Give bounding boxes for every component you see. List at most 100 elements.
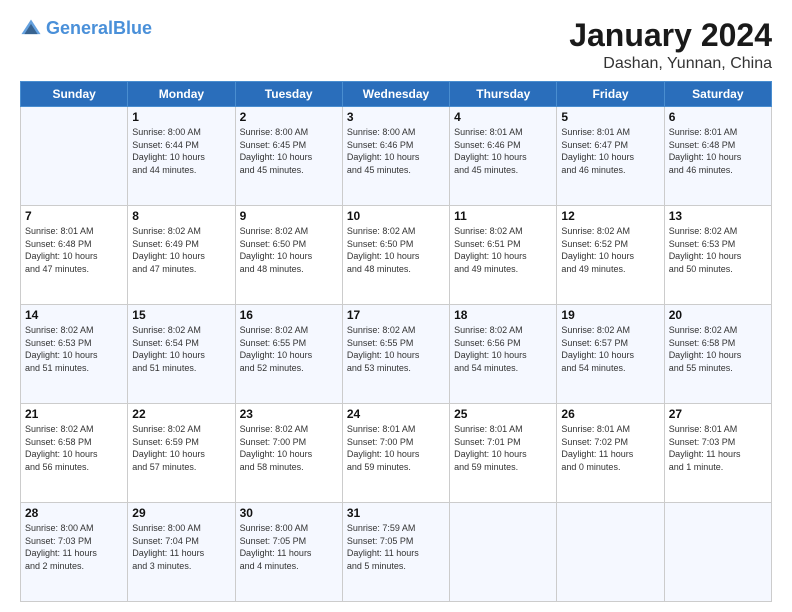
day-number: 2 (240, 110, 338, 124)
day-info: Sunrise: 8:02 AM Sunset: 6:53 PM Dayligh… (669, 225, 767, 275)
calendar-cell: 11 Sunrise: 8:02 AM Sunset: 6:51 PM Dayli… (450, 206, 557, 305)
day-number: 4 (454, 110, 552, 124)
calendar-header-row: SundayMondayTuesdayWednesdayThursdayFrid… (21, 82, 772, 107)
day-header-tuesday: Tuesday (235, 82, 342, 107)
day-info: Sunrise: 8:01 AM Sunset: 6:48 PM Dayligh… (25, 225, 123, 275)
calendar-cell: 1 Sunrise: 8:00 AM Sunset: 6:44 PM Daylig… (128, 107, 235, 206)
calendar-week-5: 28 Sunrise: 8:00 AM Sunset: 7:03 PM Dayli… (21, 503, 772, 602)
day-info: Sunrise: 7:59 AM Sunset: 7:05 PM Dayligh… (347, 522, 445, 572)
logo: GeneralBlue (20, 18, 152, 40)
day-info: Sunrise: 8:01 AM Sunset: 6:48 PM Dayligh… (669, 126, 767, 176)
day-info: Sunrise: 8:02 AM Sunset: 6:50 PM Dayligh… (240, 225, 338, 275)
day-number: 11 (454, 209, 552, 223)
day-number: 3 (347, 110, 445, 124)
calendar-week-1: 1 Sunrise: 8:00 AM Sunset: 6:44 PM Daylig… (21, 107, 772, 206)
calendar-cell: 24Sunrise: 8:01 AM Sunset: 7:00 PM Dayli… (342, 404, 449, 503)
calendar-week-4: 21 Sunrise: 8:02 AM Sunset: 6:58 PM Dayli… (21, 404, 772, 503)
calendar-cell: 3 Sunrise: 8:00 AM Sunset: 6:46 PM Daylig… (342, 107, 449, 206)
day-number: 31 (347, 506, 445, 520)
calendar-cell: 14 Sunrise: 8:02 AM Sunset: 6:53 PM Dayli… (21, 305, 128, 404)
calendar-cell: 29 Sunrise: 8:00 AM Sunset: 7:04 PM Dayli… (128, 503, 235, 602)
logo-line2: Blue (113, 18, 152, 38)
title-block: January 2024 Dashan, Yunnan, China (569, 18, 772, 73)
calendar-cell (664, 503, 771, 602)
calendar-cell: 19 Sunrise: 8:02 AM Sunset: 6:57 PM Dayli… (557, 305, 664, 404)
day-info: Sunrise: 8:00 AM Sunset: 7:05 PM Dayligh… (240, 522, 338, 572)
day-info: Sunrise: 8:00 AM Sunset: 6:45 PM Dayligh… (240, 126, 338, 176)
day-number: 19 (561, 308, 659, 322)
day-number: 1 (132, 110, 230, 124)
calendar-cell (21, 107, 128, 206)
day-header-sunday: Sunday (21, 82, 128, 107)
day-info: Sunrise: 8:02 AM Sunset: 6:58 PM Dayligh… (25, 423, 123, 473)
calendar-cell (557, 503, 664, 602)
day-info: Sunrise: 8:02 AM Sunset: 6:59 PM Dayligh… (132, 423, 230, 473)
calendar-cell: 12 Sunrise: 8:02 AM Sunset: 6:52 PM Dayli… (557, 206, 664, 305)
calendar-table: SundayMondayTuesdayWednesdayThursdayFrid… (20, 81, 772, 602)
calendar-cell: 15 Sunrise: 8:02 AM Sunset: 6:54 PM Dayli… (128, 305, 235, 404)
day-info: Sunrise: 8:02 AM Sunset: 6:49 PM Dayligh… (132, 225, 230, 275)
day-number: 25 (454, 407, 552, 421)
calendar-cell: 16 Sunrise: 8:02 AM Sunset: 6:55 PM Dayli… (235, 305, 342, 404)
calendar-cell: 13 Sunrise: 8:02 AM Sunset: 6:53 PM Dayli… (664, 206, 771, 305)
day-info: Sunrise: 8:02 AM Sunset: 6:57 PM Dayligh… (561, 324, 659, 374)
day-number: 21 (25, 407, 123, 421)
day-number: 12 (561, 209, 659, 223)
day-info: Sunrise: 8:02 AM Sunset: 6:54 PM Dayligh… (132, 324, 230, 374)
day-info: Sunrise: 8:02 AM Sunset: 6:50 PM Dayligh… (347, 225, 445, 275)
day-number: 29 (132, 506, 230, 520)
logo-text: GeneralBlue (46, 19, 152, 39)
day-info: Sunrise: 8:02 AM Sunset: 6:51 PM Dayligh… (454, 225, 552, 275)
header: GeneralBlue January 2024 Dashan, Yunnan,… (20, 18, 772, 73)
calendar-week-2: 7Sunrise: 8:01 AM Sunset: 6:48 PM Daylig… (21, 206, 772, 305)
day-info: Sunrise: 8:02 AM Sunset: 6:52 PM Dayligh… (561, 225, 659, 275)
day-info: Sunrise: 8:02 AM Sunset: 6:53 PM Dayligh… (25, 324, 123, 374)
calendar-cell: 17Sunrise: 8:02 AM Sunset: 6:55 PM Dayli… (342, 305, 449, 404)
day-info: Sunrise: 8:00 AM Sunset: 7:04 PM Dayligh… (132, 522, 230, 572)
day-number: 14 (25, 308, 123, 322)
day-number: 10 (347, 209, 445, 223)
day-info: Sunrise: 8:02 AM Sunset: 6:55 PM Dayligh… (240, 324, 338, 374)
calendar-cell: 18Sunrise: 8:02 AM Sunset: 6:56 PM Dayli… (450, 305, 557, 404)
day-header-thursday: Thursday (450, 82, 557, 107)
day-header-monday: Monday (128, 82, 235, 107)
day-info: Sunrise: 8:01 AM Sunset: 6:46 PM Dayligh… (454, 126, 552, 176)
calendar-cell: 10 Sunrise: 8:02 AM Sunset: 6:50 PM Dayli… (342, 206, 449, 305)
day-number: 9 (240, 209, 338, 223)
calendar-cell: 8 Sunrise: 8:02 AM Sunset: 6:49 PM Daylig… (128, 206, 235, 305)
day-number: 26 (561, 407, 659, 421)
calendar-week-3: 14 Sunrise: 8:02 AM Sunset: 6:53 PM Dayli… (21, 305, 772, 404)
day-info: Sunrise: 8:00 AM Sunset: 6:44 PM Dayligh… (132, 126, 230, 176)
calendar-cell: 31 Sunrise: 7:59 AM Sunset: 7:05 PM Dayli… (342, 503, 449, 602)
calendar-cell: 20 Sunrise: 8:02 AM Sunset: 6:58 PM Dayli… (664, 305, 771, 404)
calendar-cell: 21 Sunrise: 8:02 AM Sunset: 6:58 PM Dayli… (21, 404, 128, 503)
page: GeneralBlue January 2024 Dashan, Yunnan,… (0, 0, 792, 612)
day-number: 20 (669, 308, 767, 322)
day-info: Sunrise: 8:00 AM Sunset: 6:46 PM Dayligh… (347, 126, 445, 176)
day-number: 27 (669, 407, 767, 421)
calendar-cell: 2 Sunrise: 8:00 AM Sunset: 6:45 PM Daylig… (235, 107, 342, 206)
day-number: 24 (347, 407, 445, 421)
calendar-cell: 6 Sunrise: 8:01 AM Sunset: 6:48 PM Daylig… (664, 107, 771, 206)
day-number: 13 (669, 209, 767, 223)
day-info: Sunrise: 8:02 AM Sunset: 6:58 PM Dayligh… (669, 324, 767, 374)
day-header-saturday: Saturday (664, 82, 771, 107)
day-info: Sunrise: 8:01 AM Sunset: 6:47 PM Dayligh… (561, 126, 659, 176)
day-info: Sunrise: 8:00 AM Sunset: 7:03 PM Dayligh… (25, 522, 123, 572)
day-number: 5 (561, 110, 659, 124)
day-number: 22 (132, 407, 230, 421)
calendar-cell: 25 Sunrise: 8:01 AM Sunset: 7:01 PM Dayli… (450, 404, 557, 503)
day-info: Sunrise: 8:02 AM Sunset: 7:00 PM Dayligh… (240, 423, 338, 473)
day-info: Sunrise: 8:02 AM Sunset: 6:56 PM Dayligh… (454, 324, 552, 374)
day-info: Sunrise: 8:01 AM Sunset: 7:02 PM Dayligh… (561, 423, 659, 473)
logo-icon (20, 18, 42, 40)
day-number: 6 (669, 110, 767, 124)
day-number: 15 (132, 308, 230, 322)
day-number: 28 (25, 506, 123, 520)
day-number: 16 (240, 308, 338, 322)
day-number: 30 (240, 506, 338, 520)
day-number: 8 (132, 209, 230, 223)
day-info: Sunrise: 8:01 AM Sunset: 7:01 PM Dayligh… (454, 423, 552, 473)
day-info: Sunrise: 8:02 AM Sunset: 6:55 PM Dayligh… (347, 324, 445, 374)
day-header-wednesday: Wednesday (342, 82, 449, 107)
